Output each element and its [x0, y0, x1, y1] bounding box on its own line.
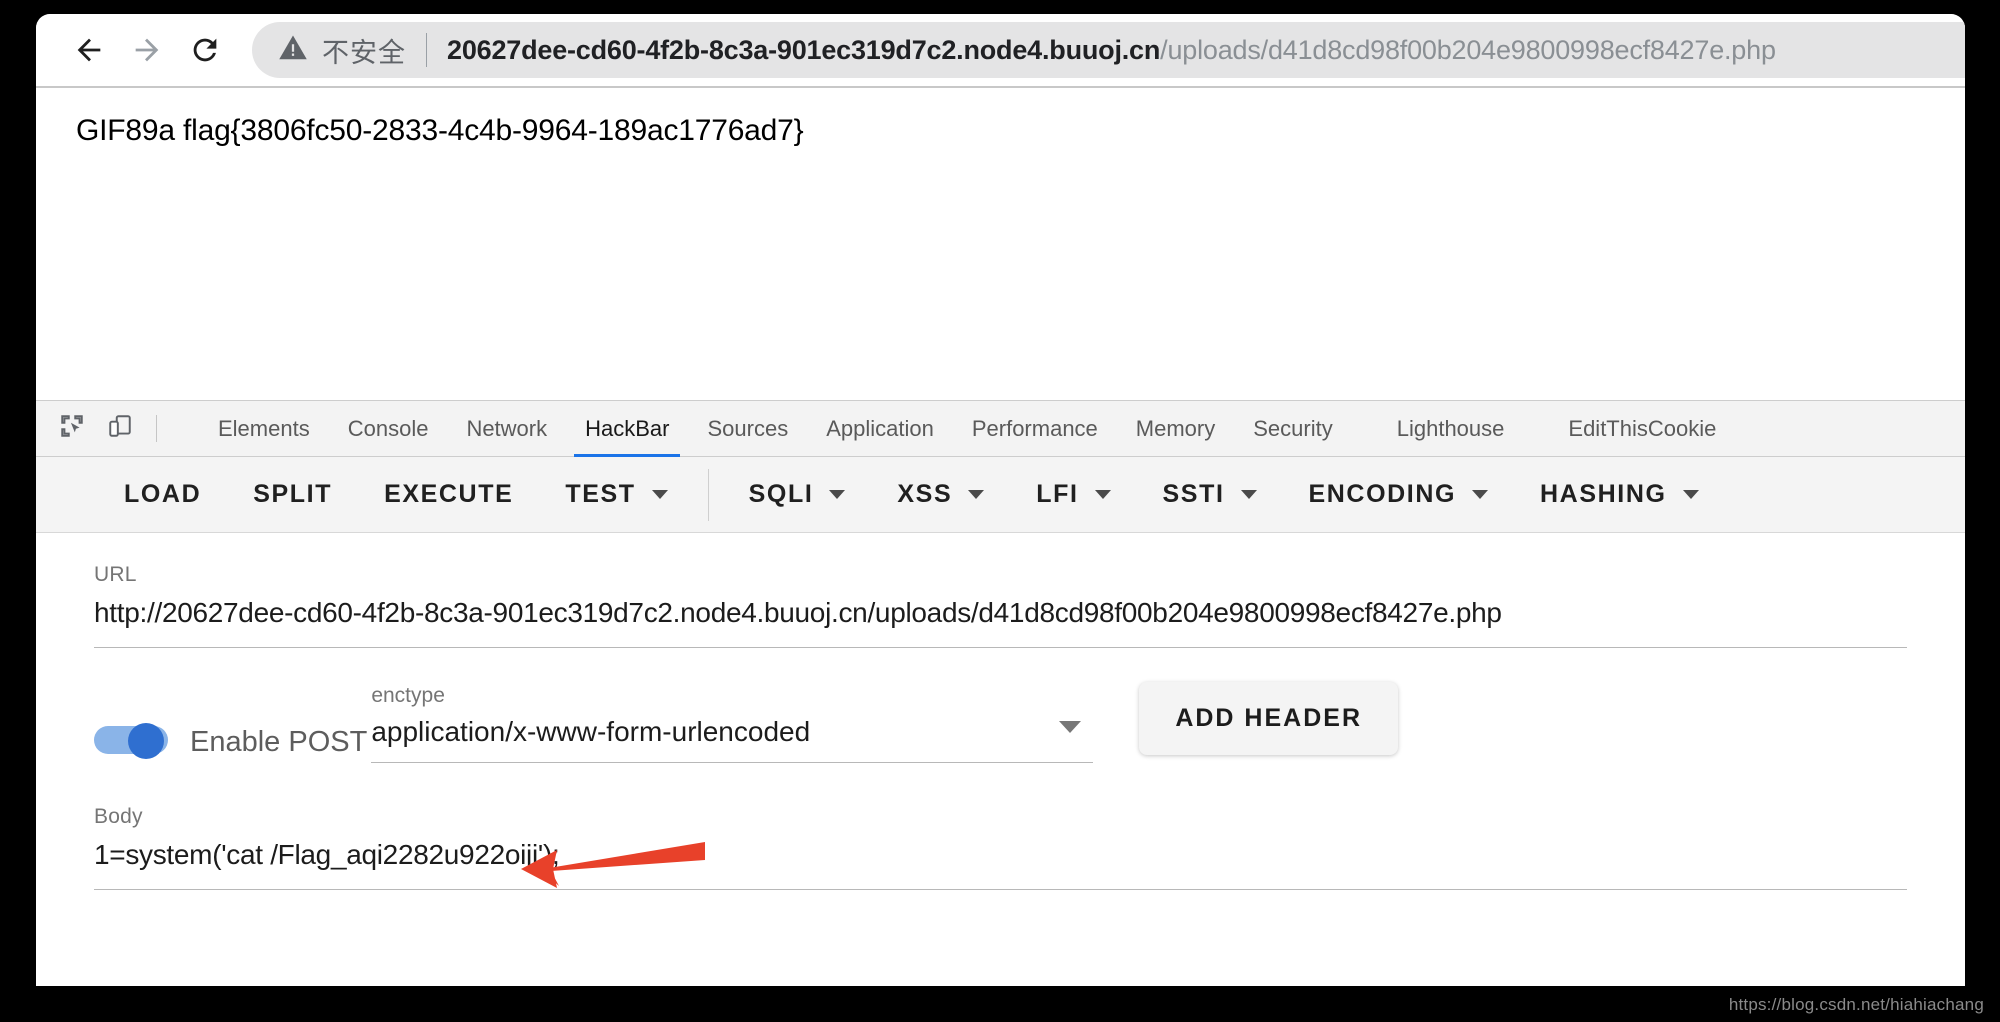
screenshot-root: 不安全 20627dee-cd60-4f2b-8c3a-901ec319d7c2… [0, 0, 2000, 1022]
button-label: EXECUTE [384, 480, 514, 508]
hackbar-split-button[interactable]: SPLIT [227, 480, 358, 509]
button-label: SPLIT [253, 480, 333, 508]
hackbar-xss-menu[interactable]: XSS [871, 480, 1010, 509]
reload-button[interactable] [176, 21, 234, 79]
tab-elements[interactable]: Elements [199, 401, 329, 456]
chevron-down-icon [1472, 490, 1489, 499]
button-label: ADD HEADER [1175, 704, 1363, 732]
enable-post-toggle[interactable] [94, 723, 168, 759]
hackbar-load-button[interactable]: LOAD [98, 480, 227, 509]
back-button[interactable] [60, 21, 118, 79]
reload-icon [188, 33, 222, 67]
tab-hackbar[interactable]: HackBar [566, 401, 688, 457]
device-toolbar-icon [107, 413, 133, 444]
hackbar-execute-button[interactable]: EXECUTE [358, 480, 539, 509]
tab-security[interactable]: Security [1234, 401, 1351, 456]
body-field-underline [94, 889, 1907, 890]
address-bar[interactable]: 不安全 20627dee-cd60-4f2b-8c3a-901ec319d7c2… [252, 22, 1965, 78]
button-label: TEST [565, 480, 636, 508]
tab-label: EditThisCookie [1568, 415, 1717, 441]
watermark-text: https://blog.csdn.net/hiahiachang [1728, 995, 1984, 1014]
hackbar-toolbar: LOAD SPLIT EXECUTE TEST SQLI XSS LFI SST… [36, 457, 1965, 533]
hackbar-hashing-menu[interactable]: HASHING [1514, 480, 1724, 509]
body-input[interactable]: 1=system('cat /Flag_aqi2282u922oiji'); [94, 839, 1907, 871]
tab-sources[interactable]: Sources [688, 401, 807, 456]
inspect-element-icon [59, 413, 85, 444]
device-toolbar-button[interactable] [96, 401, 144, 456]
enctype-select-value[interactable]: application/x-www-form-urlencoded [371, 716, 1093, 762]
hackbar-toolbar-divider [707, 468, 709, 521]
arrow-left-icon [72, 33, 106, 67]
tab-editthiscookie[interactable]: EditThisCookie [1549, 401, 1735, 456]
page-viewport: GIF89a flag{3806fc50-2833-4c4b-9964-189a… [36, 86, 1965, 400]
button-label: SSTI [1162, 480, 1225, 508]
url-field-label: URL [94, 563, 137, 586]
tab-label: Sources [707, 415, 789, 441]
url-field-group: URL http://20627dee-cd60-4f2b-8c3a-901ec… [36, 563, 1965, 648]
tab-label: Application [826, 415, 934, 441]
body-field-label: Body [94, 805, 143, 828]
security-status-label: 不安全 [322, 37, 406, 68]
omnibox-separator [426, 33, 427, 67]
button-label: SQLI [748, 480, 814, 508]
tab-label: Lighthouse [1396, 415, 1505, 441]
chevron-down-icon [1682, 490, 1699, 499]
hackbar-ssti-menu[interactable]: SSTI [1137, 480, 1283, 509]
url-path: /uploads/d41d8cd98f00b204e9800998ecf8427… [1160, 34, 1776, 65]
url-host: 20627dee-cd60-4f2b-8c3a-901ec319d7c2.nod… [447, 34, 1161, 65]
tab-label: HackBar [585, 415, 670, 441]
button-label: LOAD [124, 480, 202, 508]
chevron-down-icon [1094, 490, 1111, 499]
page-content-text: GIF89a flag{3806fc50-2833-4c4b-9964-189a… [76, 114, 804, 147]
button-label: XSS [897, 480, 953, 508]
inspect-element-button[interactable] [48, 401, 96, 456]
url-input[interactable]: http://20627dee-cd60-4f2b-8c3a-901ec319d… [94, 597, 1907, 629]
tab-performance[interactable]: Performance [953, 401, 1117, 456]
tab-label: Memory [1135, 415, 1216, 441]
hackbar-encoding-menu[interactable]: ENCODING [1283, 480, 1515, 509]
devtools-tab-bar: Elements Console Network HackBar Sources… [36, 401, 1965, 457]
button-label: LFI [1036, 480, 1079, 508]
enctype-field-underline [371, 762, 1094, 763]
tab-console[interactable]: Console [329, 401, 448, 456]
body-field-group: Body 1=system('cat /Flag_aqi2282u922oiji… [36, 763, 1965, 890]
tab-label: Security [1253, 415, 1333, 441]
chevron-down-icon [651, 490, 668, 499]
chevron-down-icon[interactable] [1059, 721, 1082, 733]
forward-button[interactable] [118, 21, 176, 79]
devtools-panel: Elements Console Network HackBar Sources… [36, 400, 1965, 986]
browser-nav-bar: 不安全 20627dee-cd60-4f2b-8c3a-901ec319d7c2… [36, 14, 1965, 86]
button-label: HASHING [1540, 480, 1667, 508]
tab-application[interactable]: Application [807, 401, 953, 456]
tab-label: Elements [218, 415, 310, 441]
enctype-field-group: enctype application/x-www-form-urlencode… [371, 684, 1094, 763]
warning-triangle-icon [278, 33, 308, 68]
tab-memory[interactable]: Memory [1117, 401, 1234, 456]
hackbar-sqli-menu[interactable]: SQLI [723, 480, 872, 509]
enable-post-label: Enable POST [190, 726, 368, 758]
tab-label: Network [466, 415, 548, 441]
enctype-field-label: enctype [371, 684, 445, 707]
toggle-knob [128, 723, 164, 759]
tab-lighthouse[interactable]: Lighthouse [1378, 401, 1524, 456]
arrow-right-icon [130, 33, 164, 67]
tab-label: Performance [971, 415, 1098, 441]
chevron-down-icon [829, 490, 846, 499]
hackbar-test-menu[interactable]: TEST [539, 480, 693, 509]
chevron-down-icon [968, 490, 985, 499]
browser-window: 不安全 20627dee-cd60-4f2b-8c3a-901ec319d7c2… [36, 14, 1965, 986]
tab-network[interactable]: Network [447, 401, 566, 456]
chevron-down-icon [1240, 490, 1257, 499]
address-bar-url: 20627dee-cd60-4f2b-8c3a-901ec319d7c2.nod… [447, 35, 1776, 66]
hackbar-lfi-menu[interactable]: LFI [1010, 480, 1136, 509]
devtools-toolbar-divider [156, 415, 157, 442]
add-header-button[interactable]: ADD HEADER [1139, 682, 1399, 755]
hackbar-content: URL http://20627dee-cd60-4f2b-8c3a-901ec… [36, 533, 1965, 986]
button-label: ENCODING [1308, 480, 1457, 508]
post-options-row: Enable POST enctype application/x-www-fo… [36, 648, 1965, 763]
tab-label: Console [347, 415, 429, 441]
